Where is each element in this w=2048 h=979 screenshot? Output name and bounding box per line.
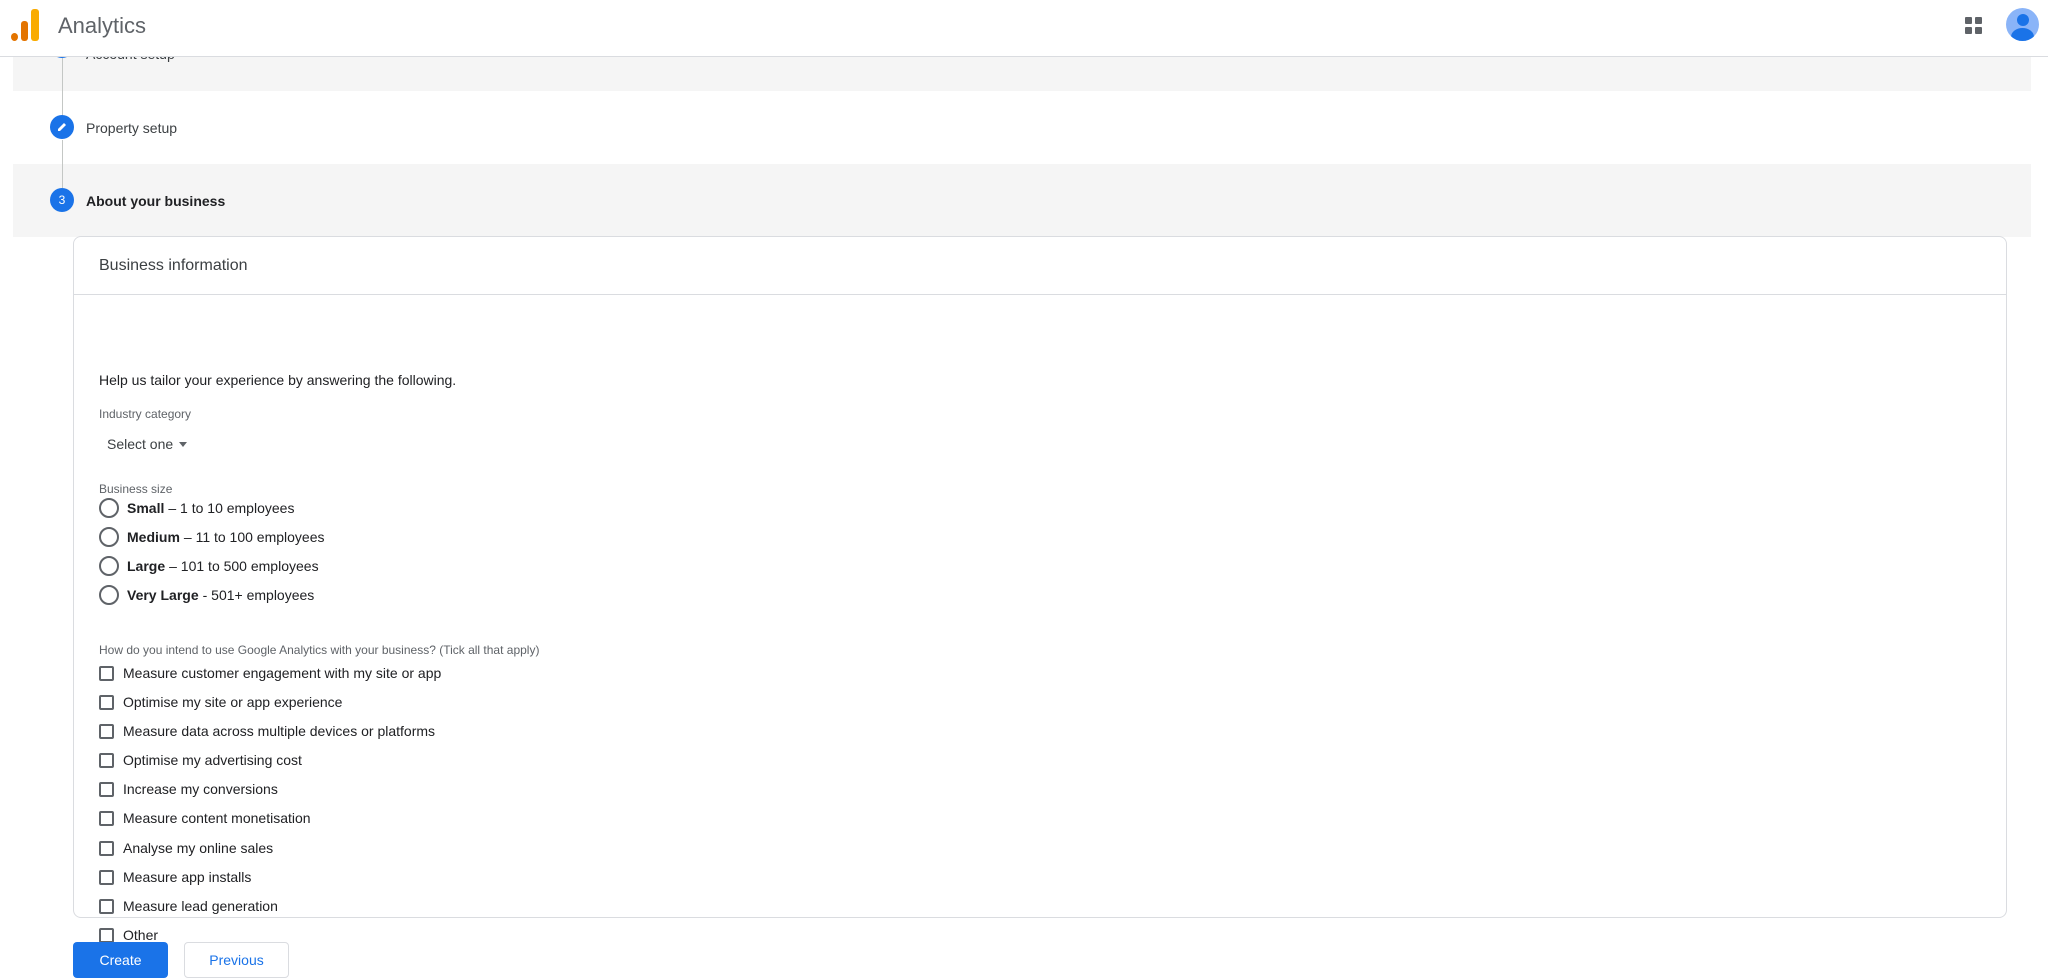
checkbox-label: Increase my conversions <box>123 781 278 797</box>
radio-button[interactable] <box>99 498 119 518</box>
checkbox-row[interactable]: Measure lead generation <box>99 898 278 914</box>
radio-button[interactable] <box>99 556 119 576</box>
checkbox-row[interactable]: Measure content monetisation <box>99 810 311 826</box>
checkbox[interactable] <box>99 723 114 739</box>
industry-label: Industry category <box>99 407 192 421</box>
radio-label: – 101 to 500 employees <box>169 558 319 574</box>
dropdown-caret-icon <box>179 441 188 447</box>
checkbox[interactable] <box>99 694 114 710</box>
account-avatar-icon[interactable] <box>2006 8 2039 41</box>
checkbox-row[interactable]: Measure app installs <box>99 869 251 885</box>
previous-button[interactable]: Previous <box>184 942 289 978</box>
checkbox[interactable] <box>99 752 114 768</box>
business-info-card: Business information Help us tailor your… <box>73 236 2007 943</box>
step-label: Property setup <box>86 120 178 136</box>
checkbox[interactable] <box>99 869 114 885</box>
card-title: Business information <box>74 237 2006 295</box>
checkbox-row[interactable]: Optimise my site or app experience <box>99 694 342 710</box>
checkbox-label: Measure lead generation <box>123 898 278 914</box>
checkbox-label: Analyse my online sales <box>123 840 274 856</box>
top-app-bar: Analytics <box>0 0 2048 57</box>
step-number: 3 <box>50 188 74 212</box>
industry-select[interactable]: Select one <box>107 436 188 452</box>
radio-button[interactable] <box>99 527 119 547</box>
radio-label: – 1 to 10 employees <box>168 500 295 516</box>
radio-large[interactable]: Large – 101 to 500 employees <box>99 556 319 576</box>
usage-label: How do you intend to use Google Analytic… <box>99 643 540 657</box>
step-connector <box>62 140 63 164</box>
pencil-icon <box>50 115 74 139</box>
checkbox-row[interactable]: Increase my conversions <box>99 781 278 797</box>
radio-label-bold: Large <box>127 558 166 574</box>
checkbox[interactable] <box>99 665 114 681</box>
checkbox-row[interactable]: Measure data across multiple devices or … <box>99 723 435 739</box>
radio-medium[interactable]: Medium – 11 to 100 employees <box>99 527 325 547</box>
checkbox-label: Measure content monetisation <box>123 810 311 826</box>
checkbox-row[interactable]: Analyse my online sales <box>99 840 273 856</box>
industry-select-value: Select one <box>107 436 174 452</box>
checkbox-row[interactable]: Measure customer engagement with my site… <box>99 665 441 681</box>
checkbox[interactable] <box>99 810 114 826</box>
radio-very-large[interactable]: Very Large - 501+ employees <box>99 585 314 605</box>
checkbox-label: Optimise my advertising cost <box>123 752 302 768</box>
apps-grid-icon[interactable] <box>1965 17 1983 35</box>
checkbox[interactable] <box>99 840 114 856</box>
radio-label-bold: Small <box>127 500 165 516</box>
step-connector <box>62 58 63 91</box>
create-button[interactable]: Create <box>73 942 168 978</box>
step-property-setup[interactable]: Property setup <box>13 91 2031 164</box>
step-connector <box>62 91 63 116</box>
checkbox-label: Measure data across multiple devices or … <box>123 723 436 739</box>
app-title: Analytics <box>58 13 147 38</box>
checkbox[interactable] <box>99 927 114 943</box>
checkbox[interactable] <box>99 898 114 914</box>
checkbox-label: Other <box>123 927 159 943</box>
checkbox-row[interactable]: Optimise my advertising cost <box>99 752 302 768</box>
checkbox-label: Measure customer engagement with my site… <box>123 665 442 681</box>
step-label: About your business <box>86 193 226 209</box>
radio-label: - 501+ employees <box>202 587 315 603</box>
checkbox-row[interactable]: Other <box>99 927 158 943</box>
checkbox-label: Optimise my site or app experience <box>123 694 343 710</box>
radio-small[interactable]: Small – 1 to 10 employees <box>99 498 294 518</box>
intro-text: Help us tailor your experience by answer… <box>99 372 457 388</box>
checkbox-label: Measure app installs <box>123 869 252 885</box>
radio-button[interactable] <box>99 585 119 605</box>
business-size-label: Business size <box>99 482 173 496</box>
step-about-business: 3 About your business <box>13 164 2031 237</box>
radio-label-bold: Very Large <box>127 587 199 603</box>
step-connector <box>62 164 63 188</box>
checkbox[interactable] <box>99 781 114 797</box>
radio-label-bold: Medium <box>127 529 180 545</box>
radio-label: – 11 to 100 employees <box>183 529 325 545</box>
analytics-logo-icon[interactable] <box>11 9 39 41</box>
